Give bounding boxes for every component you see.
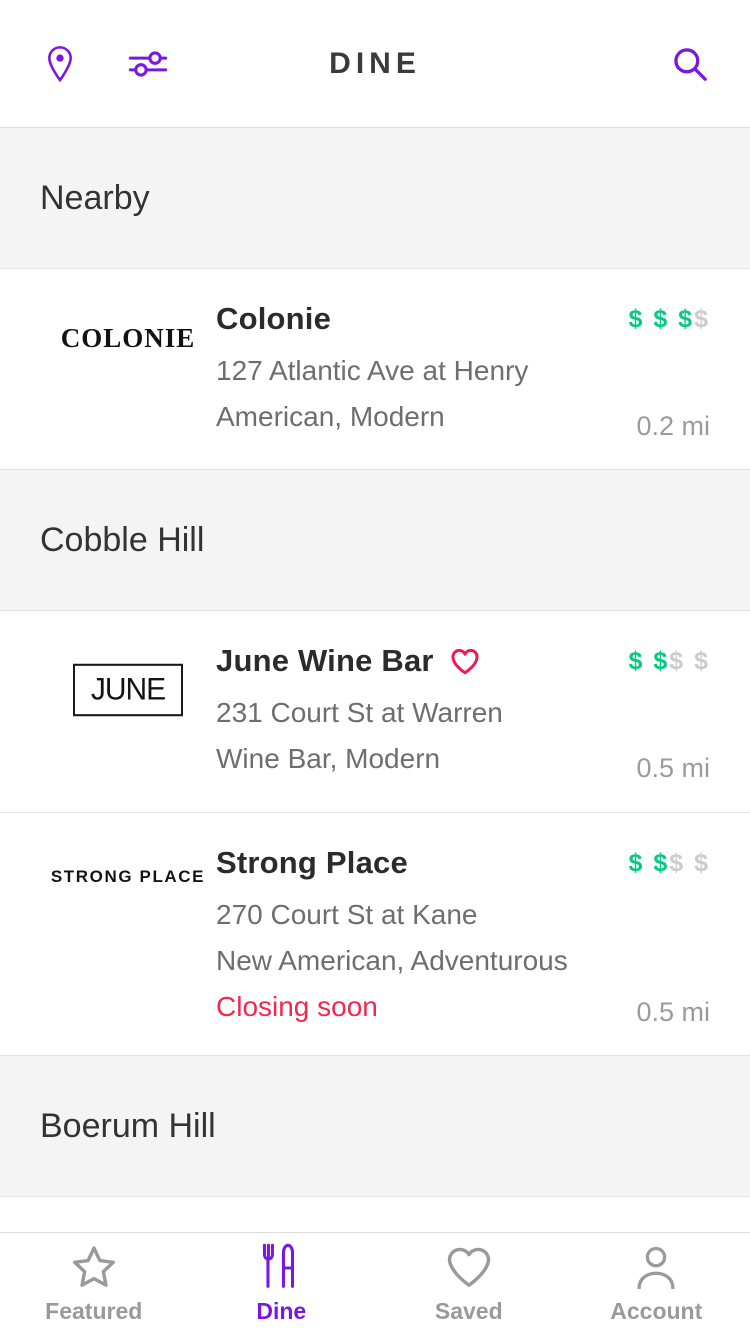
price-empty: $ xyxy=(694,305,710,333)
restaurant-info: Colonie 127 Atlantic Ave at Henry Americ… xyxy=(216,297,590,433)
restaurant-name: Colonie xyxy=(216,301,331,337)
restaurant-meta: $ $$ $ 0.5 mi xyxy=(590,841,710,1028)
tab-label: Saved xyxy=(435,1298,503,1325)
filter-sliders-icon[interactable] xyxy=(128,44,168,84)
logo-wordmark: STRONG PLACE xyxy=(51,867,205,887)
restaurant-row[interactable]: STRONG PLACE Strong Place 270 Court St a… xyxy=(0,812,750,1056)
section-title: Nearby xyxy=(40,179,150,218)
app-root: DINE Nearby COLONIE Colonie 127 xyxy=(0,0,750,1334)
price-filled: $ $ xyxy=(628,849,669,877)
price-level: $ $$ $ xyxy=(628,639,710,683)
star-icon xyxy=(71,1243,117,1289)
restaurant-cuisine: New American, Adventurous xyxy=(216,945,590,977)
price-filled: $ $ xyxy=(628,647,669,675)
restaurant-meta: $ $$ $ 0.5 mi xyxy=(590,639,710,784)
tab-label: Account xyxy=(610,1298,702,1325)
section-header-cobble-hill: Cobble Hill xyxy=(0,469,750,611)
price-filled: $ $ $ xyxy=(628,305,694,333)
header-left-actions xyxy=(0,44,168,84)
price-empty: $ $ xyxy=(669,849,710,877)
restaurant-logo: STRONG PLACE xyxy=(40,841,216,887)
section-title: Boerum Hill xyxy=(40,1107,216,1146)
tab-label: Featured xyxy=(45,1298,142,1325)
restaurant-name-line: Strong Place xyxy=(216,841,590,885)
section-header-nearby: Nearby xyxy=(0,128,750,269)
restaurant-name: Strong Place xyxy=(216,845,408,881)
app-header: DINE xyxy=(0,0,750,128)
location-pin-icon[interactable] xyxy=(40,44,80,84)
restaurant-status-note: Closing soon xyxy=(216,991,590,1023)
restaurant-logo: JUNE xyxy=(40,639,216,715)
restaurant-cuisine: Wine Bar, Modern xyxy=(216,743,590,775)
restaurant-info: Strong Place 270 Court St at Kane New Am… xyxy=(216,841,590,1023)
tab-account[interactable]: Account xyxy=(563,1233,750,1334)
fork-knife-icon xyxy=(261,1243,301,1289)
restaurant-name-line: June Wine Bar xyxy=(216,639,590,683)
header-right-actions xyxy=(670,0,710,128)
restaurant-address: 231 Court St at Warren xyxy=(216,697,590,729)
restaurant-list[interactable]: Nearby COLONIE Colonie 127 Atlantic Ave … xyxy=(0,128,750,1334)
restaurant-cuisine: American, Modern xyxy=(216,401,590,433)
section-header-boerum-hill: Boerum Hill xyxy=(0,1055,750,1197)
search-icon[interactable] xyxy=(670,44,710,84)
restaurant-name: June Wine Bar xyxy=(216,643,434,679)
restaurant-distance: 0.2 mi xyxy=(636,411,710,442)
tab-label: Dine xyxy=(256,1298,306,1325)
person-icon xyxy=(634,1243,678,1289)
tab-dine[interactable]: Dine xyxy=(188,1233,376,1334)
restaurant-distance: 0.5 mi xyxy=(636,753,710,784)
restaurant-meta: $ $ $$ 0.2 mi xyxy=(590,297,710,442)
restaurant-address: 127 Atlantic Ave at Henry xyxy=(216,355,590,387)
logo-wordmark: COLONIE xyxy=(61,323,196,354)
restaurant-address: 270 Court St at Kane xyxy=(216,899,590,931)
tab-featured[interactable]: Featured xyxy=(0,1233,188,1334)
restaurant-name-line: Colonie xyxy=(216,297,590,341)
price-level: $ $ $$ xyxy=(628,297,710,341)
heart-icon[interactable] xyxy=(450,648,480,675)
price-empty: $ $ xyxy=(669,647,710,675)
restaurant-info: June Wine Bar 231 Court St at Warren Win… xyxy=(216,639,590,775)
section-title: Cobble Hill xyxy=(40,521,204,560)
restaurant-row[interactable]: COLONIE Colonie 127 Atlantic Ave at Henr… xyxy=(0,269,750,470)
restaurant-row[interactable]: JUNE June Wine Bar 231 Court St at Warre… xyxy=(0,611,750,812)
restaurant-logo: COLONIE xyxy=(40,297,216,354)
restaurant-distance: 0.5 mi xyxy=(636,997,710,1028)
logo-wordmark: JUNE xyxy=(73,664,183,717)
price-level: $ $$ $ xyxy=(628,841,710,885)
heart-icon xyxy=(446,1243,492,1289)
bottom-tab-bar: Featured Dine Saved xyxy=(0,1232,750,1334)
tab-saved[interactable]: Saved xyxy=(375,1233,563,1334)
